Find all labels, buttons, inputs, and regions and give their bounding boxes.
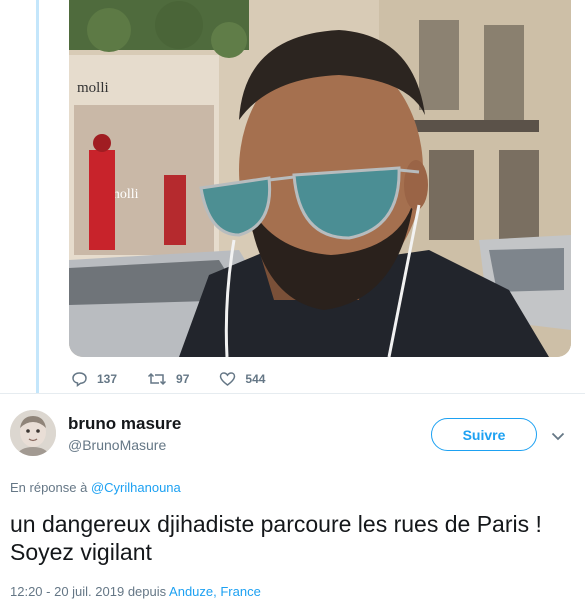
tweet-text: un dangereux djihadiste parcoure les rue… (10, 511, 542, 565)
reply-prefix: En réponse à (10, 480, 88, 495)
tweet-meta: 12:20 - 20 juil. 2019 depuis Anduze, Fra… (10, 584, 261, 599)
avatar[interactable] (10, 410, 56, 456)
tweet-photo[interactable]: molli molli (69, 0, 571, 357)
storefront-sign: molli (77, 80, 109, 96)
via-label: depuis (127, 584, 167, 599)
like-action[interactable]: 544 (219, 371, 265, 387)
heart-icon (220, 372, 236, 386)
tweet-timestamp[interactable]: 12:20 - 20 juil. 2019 (10, 584, 124, 599)
quoted-tweet-actions: 137 97 544 (71, 371, 295, 387)
reply-action[interactable]: 137 (71, 371, 117, 387)
chevron-down-icon (551, 432, 565, 441)
reply-count: 137 (97, 372, 118, 386)
retweet-action[interactable]: 97 (147, 371, 189, 387)
selfie-photo-illustration: molli molli (69, 0, 571, 357)
retweet-count: 97 (176, 372, 190, 386)
like-count: 544 (245, 372, 266, 386)
retweet-icon (148, 372, 167, 386)
reply-icon (72, 372, 87, 387)
author-display-name[interactable]: bruno masure (68, 414, 181, 434)
tweet-divider (0, 393, 585, 394)
follow-button[interactable]: Suivre (431, 418, 537, 451)
thread-line (36, 0, 39, 393)
tweet-location-link[interactable]: Anduze, France (169, 584, 261, 599)
reply-context: En réponse à @Cyrilhanouna (10, 480, 181, 495)
avatar-image (10, 410, 56, 456)
more-options-button[interactable] (551, 428, 565, 446)
author-handle[interactable]: @BrunoMasure (68, 437, 166, 453)
reply-mention-link[interactable]: @Cyrilhanouna (91, 480, 181, 495)
